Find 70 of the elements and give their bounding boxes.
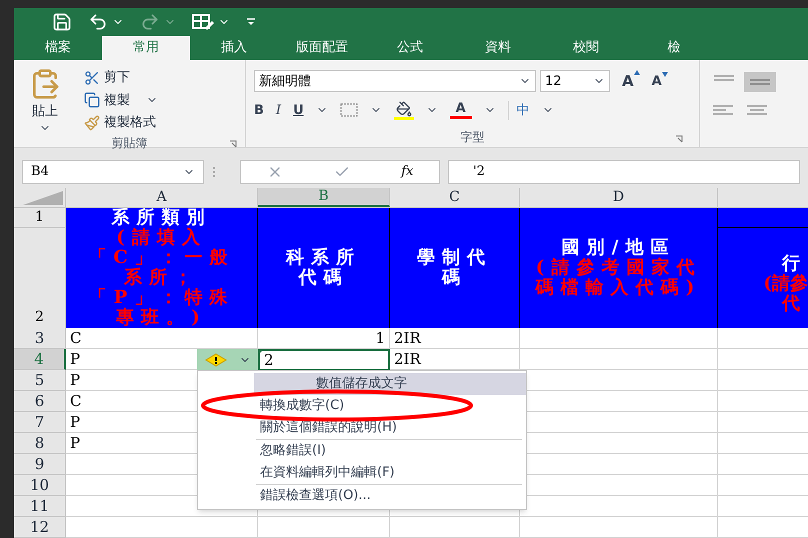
- row-header: 1: [14, 208, 65, 228]
- grip-icon: [212, 166, 216, 178]
- row-header: 2: [34, 308, 45, 327]
- cut-button[interactable]: 剪下: [84, 68, 158, 88]
- header-cell: 系所類別 (請填入「C」：一般系所；「P」：特殊專班。): [66, 208, 258, 328]
- font-size-field[interactable]: 12: [540, 70, 610, 92]
- underline-button[interactable]: U: [293, 100, 304, 120]
- bold-button[interactable]: B: [254, 100, 264, 120]
- table-cell: 2IR: [390, 328, 520, 349]
- save-icon[interactable]: [52, 12, 72, 32]
- triangle-up-icon: [634, 70, 640, 76]
- align-middle-icon[interactable]: [744, 72, 776, 92]
- fill-color-bar: [394, 116, 414, 120]
- borders-icon[interactable]: [340, 103, 358, 118]
- triangle-down-icon: [662, 72, 668, 77]
- menu-item[interactable]: 錯誤檢查選項(O)...: [198, 485, 526, 507]
- align-center-icon[interactable]: [746, 104, 768, 116]
- form-icon[interactable]: [192, 13, 214, 32]
- error-indicator-icon: [258, 349, 264, 355]
- column-header[interactable]: B: [258, 188, 390, 207]
- formula-field[interactable]: '2: [448, 160, 800, 184]
- insert-function-button[interactable]: fx: [401, 162, 414, 182]
- group-label: 字型: [460, 129, 484, 146]
- group-label: 剪貼簿: [112, 134, 148, 152]
- align-left-icon[interactable]: [712, 104, 734, 116]
- ribbon-tab[interactable]: 校閱: [542, 36, 630, 60]
- name-box[interactable]: B4: [22, 160, 204, 184]
- header-cell: 科系所代碼: [258, 208, 390, 328]
- ribbon-tab[interactable]: 檔案: [14, 36, 102, 60]
- warning-icon: [204, 352, 226, 366]
- ribbon-tab[interactable]: 常用: [102, 36, 190, 60]
- row-header[interactable]: 6: [14, 391, 66, 412]
- customize-icon[interactable]: [246, 18, 256, 26]
- row-header[interactable]: 10: [14, 475, 66, 496]
- ribbon-tab[interactable]: 檢: [630, 36, 718, 60]
- table-cell: 1: [258, 328, 390, 349]
- phonetic-button[interactable]: 中: [508, 100, 530, 120]
- ribbon-tab[interactable]: 資料: [454, 36, 542, 60]
- header-cell: 國別/地區 (請參考國家代碼檔輸入代碼): [520, 208, 718, 328]
- dialog-launcher-icon[interactable]: [229, 140, 237, 148]
- header-cell: 行 (請參 代: [718, 228, 808, 328]
- copy-icon: [84, 92, 100, 108]
- shrink-font-button[interactable]: A: [652, 72, 668, 92]
- ribbon-tab[interactable]: 版面配置: [278, 36, 366, 60]
- header-cell: 學制代碼: [390, 208, 520, 328]
- row-header[interactable]: 3: [14, 328, 66, 349]
- copy-button[interactable]: 複製: [84, 90, 130, 110]
- paintbrush-icon: [84, 114, 100, 131]
- row-header[interactable]: 7: [14, 412, 66, 433]
- row-header[interactable]: 5: [14, 370, 66, 391]
- dialog-launcher-icon[interactable]: [675, 135, 683, 144]
- row-header[interactable]: 12: [14, 517, 66, 538]
- undo-icon[interactable]: [88, 12, 108, 32]
- paste-button[interactable]: 貼上: [14, 68, 76, 134]
- row-header[interactable]: 8: [14, 433, 66, 454]
- row-header[interactable]: 4: [14, 349, 66, 370]
- ribbon-tab[interactable]: 公式: [366, 36, 454, 60]
- scissors-icon: [84, 70, 100, 86]
- grow-font-button[interactable]: A: [622, 70, 640, 93]
- column-header[interactable]: C: [390, 188, 520, 207]
- font-name-field[interactable]: 新細明體: [254, 70, 536, 92]
- font-color-button[interactable]: A: [450, 102, 472, 119]
- menu-item[interactable]: 在資料編輯列中編輯(F): [198, 462, 526, 484]
- row-header[interactable]: 9: [14, 454, 66, 475]
- fill-color-icon[interactable]: [396, 100, 412, 117]
- row-header[interactable]: 11: [14, 496, 66, 517]
- italic-button[interactable]: I: [276, 100, 282, 120]
- format-painter-button[interactable]: 複製格式: [84, 113, 158, 133]
- ribbon-tab[interactable]: 插入: [190, 36, 278, 60]
- column-header[interactable]: D: [520, 188, 718, 207]
